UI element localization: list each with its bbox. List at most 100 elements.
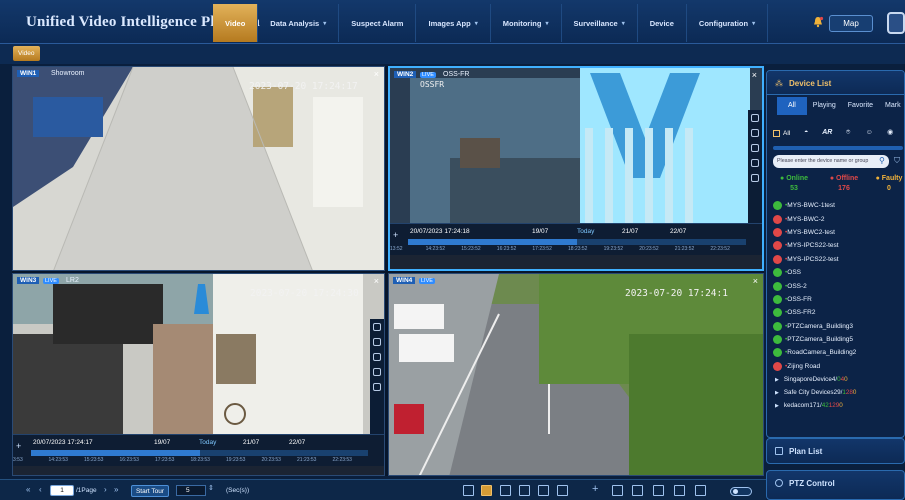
user-avatar[interactable] [887,12,905,34]
timeline-date[interactable]: 22/07 [289,439,305,446]
filter-all[interactable]: All [773,129,790,137]
timeline-date[interactable]: Today [577,228,594,235]
device-item[interactable]: • MYS-BWC2-test [773,226,903,239]
first-page-icon[interactable]: « [26,485,30,494]
next-page-icon[interactable]: › [104,485,107,494]
add-window-icon[interactable]: + [592,483,598,495]
nav-item-surveillance[interactable]: Surveillance ▾ [562,4,638,42]
prev-page-icon[interactable]: ‹ [39,485,42,494]
faulty-status[interactable]: ● Faulty 0 [871,175,904,192]
close-icon[interactable]: × [374,276,379,286]
tab-mark[interactable]: Mark [879,97,904,115]
snapshot-all-icon[interactable] [612,485,623,496]
dome-camera-icon[interactable]: ◓ [801,128,811,138]
online-status[interactable]: ● Online 53 [775,175,813,192]
subtab-video[interactable]: Video [13,46,40,61]
interval-stepper-icon[interactable]: ⇕ [208,484,214,492]
timeline-date[interactable]: 21/07 [622,228,638,235]
device-item[interactable]: • PTZCamera_Building5 [773,333,903,346]
timeline-date[interactable]: 22/07 [670,228,686,235]
device-item[interactable]: • OSS [773,266,903,279]
device-group[interactable]: ▶ Safe City Devices 29 / 1 28 0 [773,386,903,399]
expand-arrow-icon[interactable]: ▶ [775,390,779,396]
device-item[interactable]: • PTZCamera_Building3 [773,320,903,333]
timeline-track[interactable] [31,450,368,456]
video-window-4[interactable]: WIN4 LIVE 2023-07-20 17:24:1 × [388,273,764,476]
device-group[interactable]: ▶ kedacom 171 / 42 129 0 [773,399,903,412]
nav-item-device[interactable]: Device [638,4,687,42]
lock-icon[interactable] [751,174,759,182]
record-all-icon[interactable] [632,485,643,496]
timeline-track[interactable] [408,239,746,245]
filter-icon[interactable]: ⛉ [894,156,900,166]
device-item[interactable]: • MYS-BWC-1test [773,199,903,212]
snapshot-icon[interactable] [373,338,381,346]
alarm-bell-icon[interactable] [812,16,824,28]
nav-item-data-analysis[interactable]: Data Analysis ▾ [258,4,340,42]
playback-icon[interactable] [653,485,664,496]
device-item[interactable]: • MYS-BWC-2 [773,212,903,225]
nav-item-configuration[interactable]: Configuration ▾ [687,4,769,42]
timeline-zoom-in-icon[interactable]: + [393,230,398,240]
filter-scrollbar[interactable] [773,146,903,150]
layout-4x4-icon[interactable] [557,485,568,496]
checkbox-icon[interactable] [773,129,780,137]
device-item[interactable]: • OSS-2 [773,279,903,292]
layout-3x3-icon[interactable] [538,485,549,496]
device-item[interactable]: • OSS-FR2 [773,306,903,319]
video-window-1[interactable]: WIN1 Showroom 2023-07-20 17:24:17 × [12,66,385,271]
offline-status[interactable]: ● Offline 176 [823,175,865,192]
ptz-control-section[interactable]: PTZ Control [766,470,905,500]
zoom-icon[interactable] [751,114,759,122]
fullscreen-icon[interactable] [695,485,706,496]
map-button[interactable]: Map [829,15,873,32]
timeline-zoom-in-icon[interactable]: + [16,441,21,451]
video-window-3[interactable]: WIN3 LIVE LR2 2023-07-20 17:24:30 × + 20… [12,273,385,476]
body-capture-icon[interactable]: ☺ [864,128,874,138]
snapshot-icon[interactable] [751,129,759,137]
expand-arrow-icon[interactable]: ▶ [775,403,779,409]
start-tour-button[interactable]: Start Tour [131,485,169,497]
timeline-date[interactable]: Today [199,439,216,446]
video-window-2[interactable]: WIN2 LIVE OSS-FR OSSFR × + 20/07/2023 17… [388,66,764,271]
nav-item-images-app[interactable]: Images App ▾ [416,4,491,42]
layout-1-5-icon[interactable] [500,485,511,496]
mode-toggle[interactable] [730,487,752,496]
lock-all-icon[interactable] [674,485,685,496]
filter-ar[interactable]: AR [822,128,832,138]
layout-1x1-icon[interactable] [463,485,474,496]
zoom-icon[interactable] [373,323,381,331]
timeline-date[interactable]: 19/07 [154,439,170,446]
timeline-date[interactable]: 19/07 [532,228,548,235]
device-item[interactable]: • RoadCamera_Building2 [773,346,903,359]
nav-item-suspect-alarm[interactable]: Suspect Alarm [339,4,417,42]
plan-list-section[interactable]: Plan List [766,438,905,464]
device-group[interactable]: ▶ SingaporeDevice 4 / 0 4 0 [773,373,903,386]
playback-timeline[interactable]: + 20/07/2023 17:24:17 19/07 Today 21/07 … [13,434,384,466]
nav-item-monitoring[interactable]: Monitoring ▾ [491,4,562,42]
close-icon[interactable]: × [374,69,379,79]
layout-1-7-icon[interactable] [519,485,530,496]
close-icon[interactable]: × [753,276,758,286]
device-item[interactable]: • OSS-FR [773,293,903,306]
record-icon[interactable] [373,368,381,376]
tour-interval-input[interactable]: 5 [176,485,206,496]
last-page-icon[interactable]: » [114,485,118,494]
device-item[interactable]: • Zijing Road [773,360,903,373]
device-item[interactable]: • MYS-IPCS22-test [773,253,903,266]
record-icon[interactable] [751,159,759,167]
playback-timeline[interactable]: + 20/07/2023 17:24:18 19/07 Today 21/07 … [390,223,762,255]
tab-favorite[interactable]: Favorite [842,97,879,115]
nav-item-video[interactable]: Video [213,4,259,42]
layout-2x2-icon[interactable] [481,485,492,496]
bullet-camera-icon[interactable]: ◉ [885,128,895,138]
tab-playing[interactable]: Playing [807,97,842,115]
device-search-input[interactable]: Please enter the device name or group [773,155,889,168]
download-icon[interactable] [751,144,759,152]
download-icon[interactable] [373,353,381,361]
timeline-date[interactable]: 21/07 [243,439,259,446]
search-icon[interactable]: ⚲ [879,156,885,165]
device-item[interactable]: • MYS-IPCS22-test [773,239,903,252]
expand-arrow-icon[interactable]: ▶ [775,377,779,383]
lock-icon[interactable] [373,383,381,391]
